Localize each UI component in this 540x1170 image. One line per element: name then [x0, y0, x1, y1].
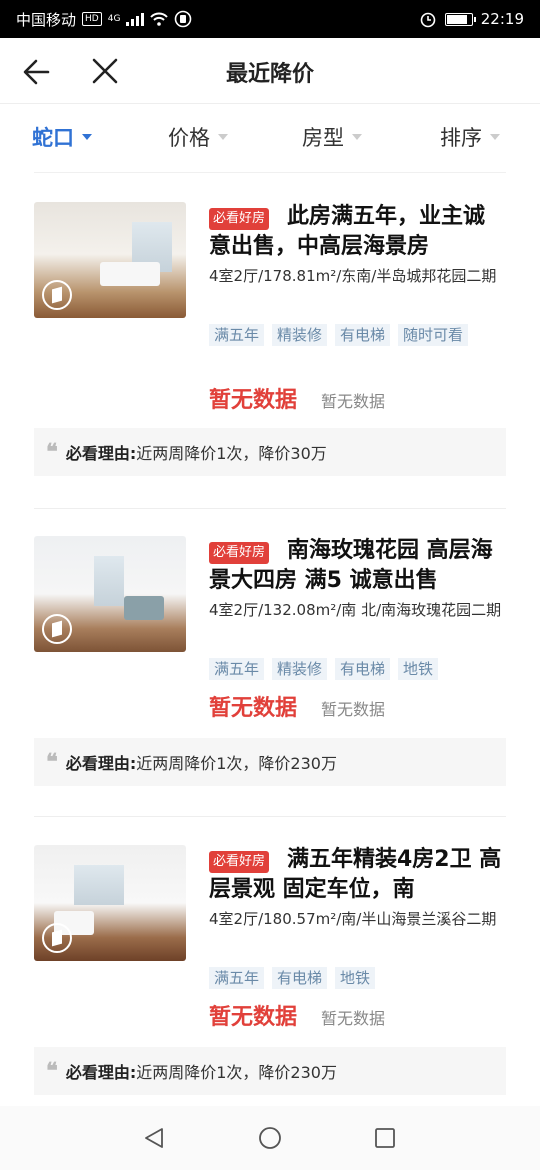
total-price: 暂无数据 — [209, 1005, 298, 1030]
tag: 有电梯 — [272, 967, 328, 989]
vr-tour-icon[interactable] — [42, 923, 72, 953]
hd-icon: HD — [82, 12, 102, 26]
network-label: 4G — [107, 14, 121, 24]
must-see-badge: 必看好房 — [209, 208, 270, 230]
quote-icon: ❝ — [46, 749, 58, 775]
filter-layout[interactable]: 房型 — [302, 122, 362, 152]
listing-card[interactable]: 此房满五年，业主诚意出售，中高层海景房 必看好房 4室2厅/178.81m²/东… — [34, 202, 506, 488]
reason-label: 必看理由: — [65, 754, 137, 773]
filter-price[interactable]: 价格 — [168, 122, 228, 152]
caret-down-icon — [490, 134, 500, 140]
total-price: 暂无数据 — [209, 696, 298, 721]
page-title: 最近降价 — [225, 62, 314, 87]
system-back-icon[interactable] — [142, 1126, 166, 1150]
reason-box: ❝ 必看理由: 近两周降价1次，降价30万 — [34, 428, 506, 476]
filter-layout-label: 房型 — [302, 126, 344, 150]
reason-text: 近两周降价1次，降价230万 — [136, 754, 337, 773]
caret-down-icon — [352, 134, 362, 140]
close-icon[interactable] — [86, 52, 126, 92]
status-bar: 中国移动 HD 4G 22:19 — [0, 0, 540, 38]
alarm-icon — [420, 12, 436, 28]
filter-price-label: 价格 — [168, 126, 210, 150]
reason-label: 必看理由: — [65, 444, 137, 463]
filter-bar: 蛇口 价格 房型 排序 — [0, 104, 540, 170]
listing-tags: 满五年 精装修 有电梯 随时可看 — [209, 324, 506, 346]
system-home-icon[interactable] — [258, 1126, 282, 1150]
vr-tour-icon[interactable] — [42, 614, 72, 644]
reason-label: 必看理由: — [65, 1063, 137, 1082]
listing-tags: 满五年 有电梯 地铁 — [209, 967, 506, 989]
signal-icon — [126, 12, 145, 26]
tag: 地铁 — [335, 967, 376, 989]
unit-price: 暂无数据 — [321, 1009, 386, 1028]
tag: 地铁 — [398, 658, 439, 680]
divider — [34, 816, 506, 817]
quote-icon: ❝ — [46, 1058, 58, 1084]
tag: 满五年 — [209, 324, 265, 346]
listing-card[interactable]: 满五年精装4房2卫 高层景观 固定车位，南 必看好房 4室2厅/180.57m²… — [34, 845, 506, 1131]
listing-info: 4室2厅/132.08m²/南 北/南海玫瑰花园二期 — [209, 601, 502, 619]
clock: 22:19 — [480, 10, 524, 28]
listing-card[interactable]: 南海玫瑰花园 高层海景大四房 满5 诚意出售 必看好房 4室2厅/132.08m… — [34, 536, 506, 822]
listing-info: 4室2厅/180.57m²/南/半山海景兰溪谷二期 — [209, 910, 497, 928]
listing-tags: 满五年 精装修 有电梯 地铁 — [209, 658, 506, 680]
reason-text: 近两周降价1次，降价30万 — [136, 444, 327, 463]
filter-district[interactable]: 蛇口 — [32, 122, 92, 152]
filter-sort-label: 排序 — [440, 126, 482, 150]
navigation-bar: 最近降价 — [0, 38, 540, 104]
listing-photo[interactable] — [34, 536, 186, 652]
divider — [34, 172, 506, 173]
total-price: 暂无数据 — [209, 388, 298, 413]
system-navigation-bar — [0, 1106, 540, 1170]
back-arrow-icon[interactable] — [18, 52, 58, 92]
unit-price: 暂无数据 — [321, 700, 386, 719]
wifi-icon — [150, 12, 169, 26]
notification-icon — [175, 10, 192, 28]
tag: 精装修 — [272, 324, 328, 346]
tag: 有电梯 — [335, 658, 391, 680]
listing-photo[interactable] — [34, 845, 186, 961]
must-see-badge: 必看好房 — [209, 851, 270, 873]
battery-icon — [444, 12, 476, 26]
filter-sort[interactable]: 排序 — [440, 122, 500, 152]
unit-price: 暂无数据 — [321, 392, 386, 411]
reason-box: ❝ 必看理由: 近两周降价1次，降价230万 — [34, 738, 506, 786]
quote-icon: ❝ — [46, 439, 58, 465]
reason-box: ❝ 必看理由: 近两周降价1次，降价230万 — [34, 1047, 506, 1095]
tag: 随时可看 — [398, 324, 469, 346]
must-see-badge: 必看好房 — [209, 542, 270, 564]
caret-down-icon — [82, 134, 92, 140]
divider — [34, 508, 506, 509]
listing-info: 4室2厅/178.81m²/东南/半岛城邦花园二期 — [209, 267, 497, 285]
tag: 满五年 — [209, 967, 265, 989]
reason-text: 近两周降价1次，降价230万 — [136, 1063, 337, 1082]
tag: 满五年 — [209, 658, 265, 680]
listing-photo[interactable] — [34, 202, 186, 318]
carrier-label: 中国移动 — [16, 10, 77, 29]
caret-down-icon — [218, 134, 228, 140]
tag: 精装修 — [272, 658, 328, 680]
filter-district-label: 蛇口 — [32, 126, 74, 150]
system-recents-icon[interactable] — [373, 1126, 397, 1150]
vr-tour-icon[interactable] — [42, 280, 72, 310]
tag: 有电梯 — [335, 324, 391, 346]
